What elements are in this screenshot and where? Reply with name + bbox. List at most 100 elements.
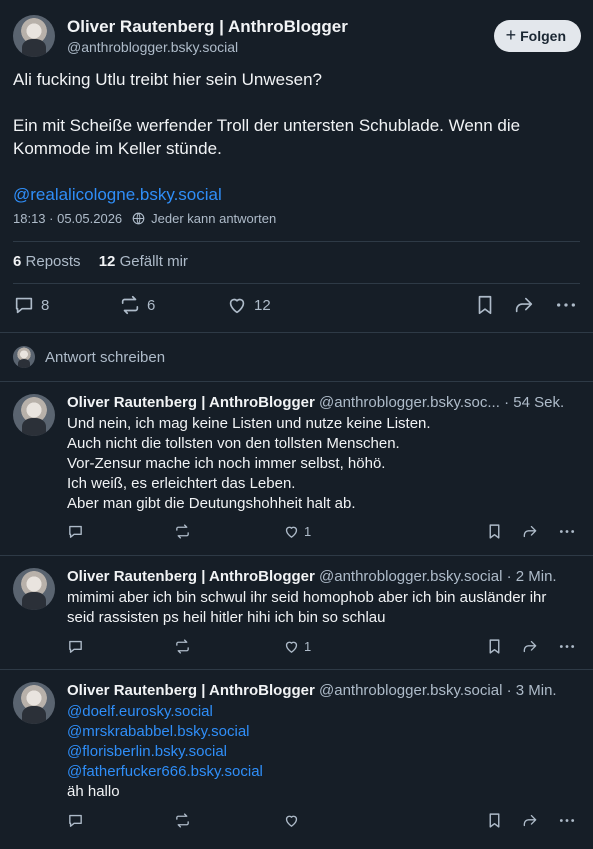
- reply-text: Und nein, ich mag keine Listen und nutze…: [67, 414, 583, 514]
- divider: [13, 241, 580, 242]
- reply-button[interactable]: 8: [13, 294, 49, 316]
- plus-icon: +: [505, 24, 517, 45]
- post-meta: 18:13 · 05.05.2026 Jeder kann antworten: [13, 211, 276, 226]
- reply-line: Und nein, ich mag keine Listen und nutze…: [67, 415, 431, 432]
- reply-author-name[interactable]: Oliver Rautenberg | AnthroBlogger: [67, 394, 315, 411]
- reply-actions: 1: [67, 638, 579, 658]
- repost-icon: [119, 294, 141, 316]
- post-actions: 8 6 12: [13, 294, 580, 320]
- repost-icon: [174, 523, 191, 540]
- bookmark-icon: [487, 523, 502, 540]
- more-button[interactable]: [558, 638, 576, 655]
- post-header: Oliver Rautenberg | AnthroBlogger @anthr…: [13, 15, 581, 57]
- more-button[interactable]: [558, 523, 576, 540]
- post-text: Ali fucking Utlu treibt hier sein Unwese…: [13, 68, 579, 229]
- author-handle[interactable]: @anthroblogger.bsky.social: [67, 39, 238, 55]
- reply-line: Auch nicht die tollsten von den tollsten…: [67, 435, 400, 452]
- divider: [13, 283, 580, 284]
- reply-author-name[interactable]: Oliver Rautenberg | AnthroBlogger: [67, 568, 315, 585]
- like-icon: [226, 294, 248, 316]
- reply-time[interactable]: · 54 Sek.: [504, 394, 564, 411]
- reply-author-name[interactable]: Oliver Rautenberg | AnthroBlogger: [67, 682, 315, 699]
- more-icon: [558, 812, 576, 829]
- reply-setting[interactable]: Jeder kann antworten: [151, 211, 276, 226]
- author-name[interactable]: Oliver Rautenberg | AnthroBlogger: [67, 17, 348, 37]
- more-button[interactable]: [558, 812, 576, 829]
- own-avatar: [13, 346, 35, 368]
- like-button[interactable]: 1: [283, 523, 311, 540]
- divider: [0, 332, 593, 333]
- mention-link[interactable]: @mrskrababbel.bsky.social: [67, 722, 583, 742]
- like-button[interactable]: [283, 812, 304, 829]
- share-button[interactable]: [521, 638, 539, 655]
- reply-time[interactable]: · 3 Min.: [507, 682, 557, 699]
- reply-author-handle[interactable]: @anthroblogger.bsky.soc...: [319, 394, 500, 411]
- reply-text: @doelf.eurosky.social @mrskrababbel.bsky…: [67, 702, 583, 802]
- reply-avatar[interactable]: [13, 394, 55, 436]
- reply-icon: [13, 294, 35, 316]
- like-button[interactable]: 12: [226, 294, 271, 316]
- reply-author-handle[interactable]: @anthroblogger.bsky.social: [319, 568, 502, 585]
- reply-line: Aber man gibt die Deutungshohheit halt a…: [67, 495, 356, 512]
- post-text-line2: Ein mit Scheiße werfender Troll der unte…: [13, 116, 521, 158]
- like-count: 1: [304, 524, 312, 539]
- reply-header: Oliver Rautenberg | AnthroBlogger @anthr…: [67, 682, 583, 699]
- share-icon: [521, 523, 539, 540]
- bookmark-button[interactable]: [475, 294, 495, 316]
- like-button[interactable]: 1: [283, 638, 311, 655]
- reply-button[interactable]: [67, 523, 84, 540]
- reposts-stat[interactable]: 6 Reposts: [13, 253, 81, 270]
- share-icon: [521, 812, 539, 829]
- repost-button[interactable]: 6: [119, 294, 155, 316]
- likes-stat[interactable]: 12 Gefällt mir: [99, 253, 188, 270]
- reply-actions: 1: [67, 523, 579, 543]
- bookmark-button[interactable]: [487, 523, 502, 540]
- write-reply-bar[interactable]: Antwort schreiben: [13, 345, 165, 369]
- globe-icon: [132, 212, 145, 225]
- mention-link[interactable]: @florisberlin.bsky.social: [67, 742, 583, 762]
- repost-button[interactable]: [174, 523, 191, 540]
- bookmark-icon: [487, 638, 502, 655]
- more-icon: [555, 294, 577, 316]
- divider: [0, 381, 593, 382]
- repost-icon: [174, 638, 191, 655]
- post-timestamp[interactable]: 18:13 · 05.05.2026: [13, 211, 122, 226]
- follow-button[interactable]: + Folgen: [493, 20, 581, 52]
- reply-avatar[interactable]: [13, 682, 55, 724]
- bookmark-button[interactable]: [487, 812, 502, 829]
- like-icon: [283, 523, 300, 540]
- reply-line: äh hallo: [67, 783, 120, 800]
- reply-button[interactable]: [67, 638, 84, 655]
- repost-button[interactable]: [174, 812, 191, 829]
- author-avatar[interactable]: [13, 15, 55, 57]
- reply-line: Vor-Zensur mache ich noch immer selbst, …: [67, 455, 386, 472]
- share-button[interactable]: [521, 812, 539, 829]
- mention-link[interactable]: @doelf.eurosky.social: [67, 702, 583, 722]
- reply-avatar[interactable]: [13, 568, 55, 610]
- reply-line: Ich weiß, es erleichtert das Leben.: [67, 475, 296, 492]
- write-reply-label: Antwort schreiben: [45, 348, 166, 366]
- like-count: 12: [254, 296, 271, 314]
- mention-link[interactable]: @fatherfucker666.bsky.social: [67, 762, 583, 782]
- reply-icon: [67, 523, 84, 540]
- share-icon: [521, 638, 539, 655]
- post-stats: 6 Reposts 12 Gefällt mir: [13, 253, 202, 270]
- reply-button[interactable]: [67, 812, 84, 829]
- reply-time[interactable]: · 2 Min.: [507, 568, 557, 585]
- repost-button[interactable]: [174, 638, 191, 655]
- more-button[interactable]: [555, 294, 577, 316]
- share-icon: [513, 294, 535, 316]
- reply-count: 8: [41, 296, 50, 314]
- reply-author-handle[interactable]: @anthroblogger.bsky.social: [319, 682, 502, 699]
- bookmark-button[interactable]: [487, 638, 502, 655]
- more-icon: [558, 523, 576, 540]
- share-button[interactable]: [513, 294, 535, 316]
- reply-actions: [67, 812, 579, 832]
- bookmark-icon: [487, 812, 502, 829]
- thread-view: Oliver Rautenberg | AnthroBlogger @anthr…: [0, 0, 593, 849]
- mention-link[interactable]: @realalicologne.bsky.social: [13, 185, 222, 204]
- reply-header: Oliver Rautenberg | AnthroBlogger @anthr…: [67, 568, 583, 585]
- post-text-line1: Ali fucking Utlu treibt hier sein Unwese…: [13, 70, 322, 89]
- reply-icon: [67, 638, 84, 655]
- share-button[interactable]: [521, 523, 539, 540]
